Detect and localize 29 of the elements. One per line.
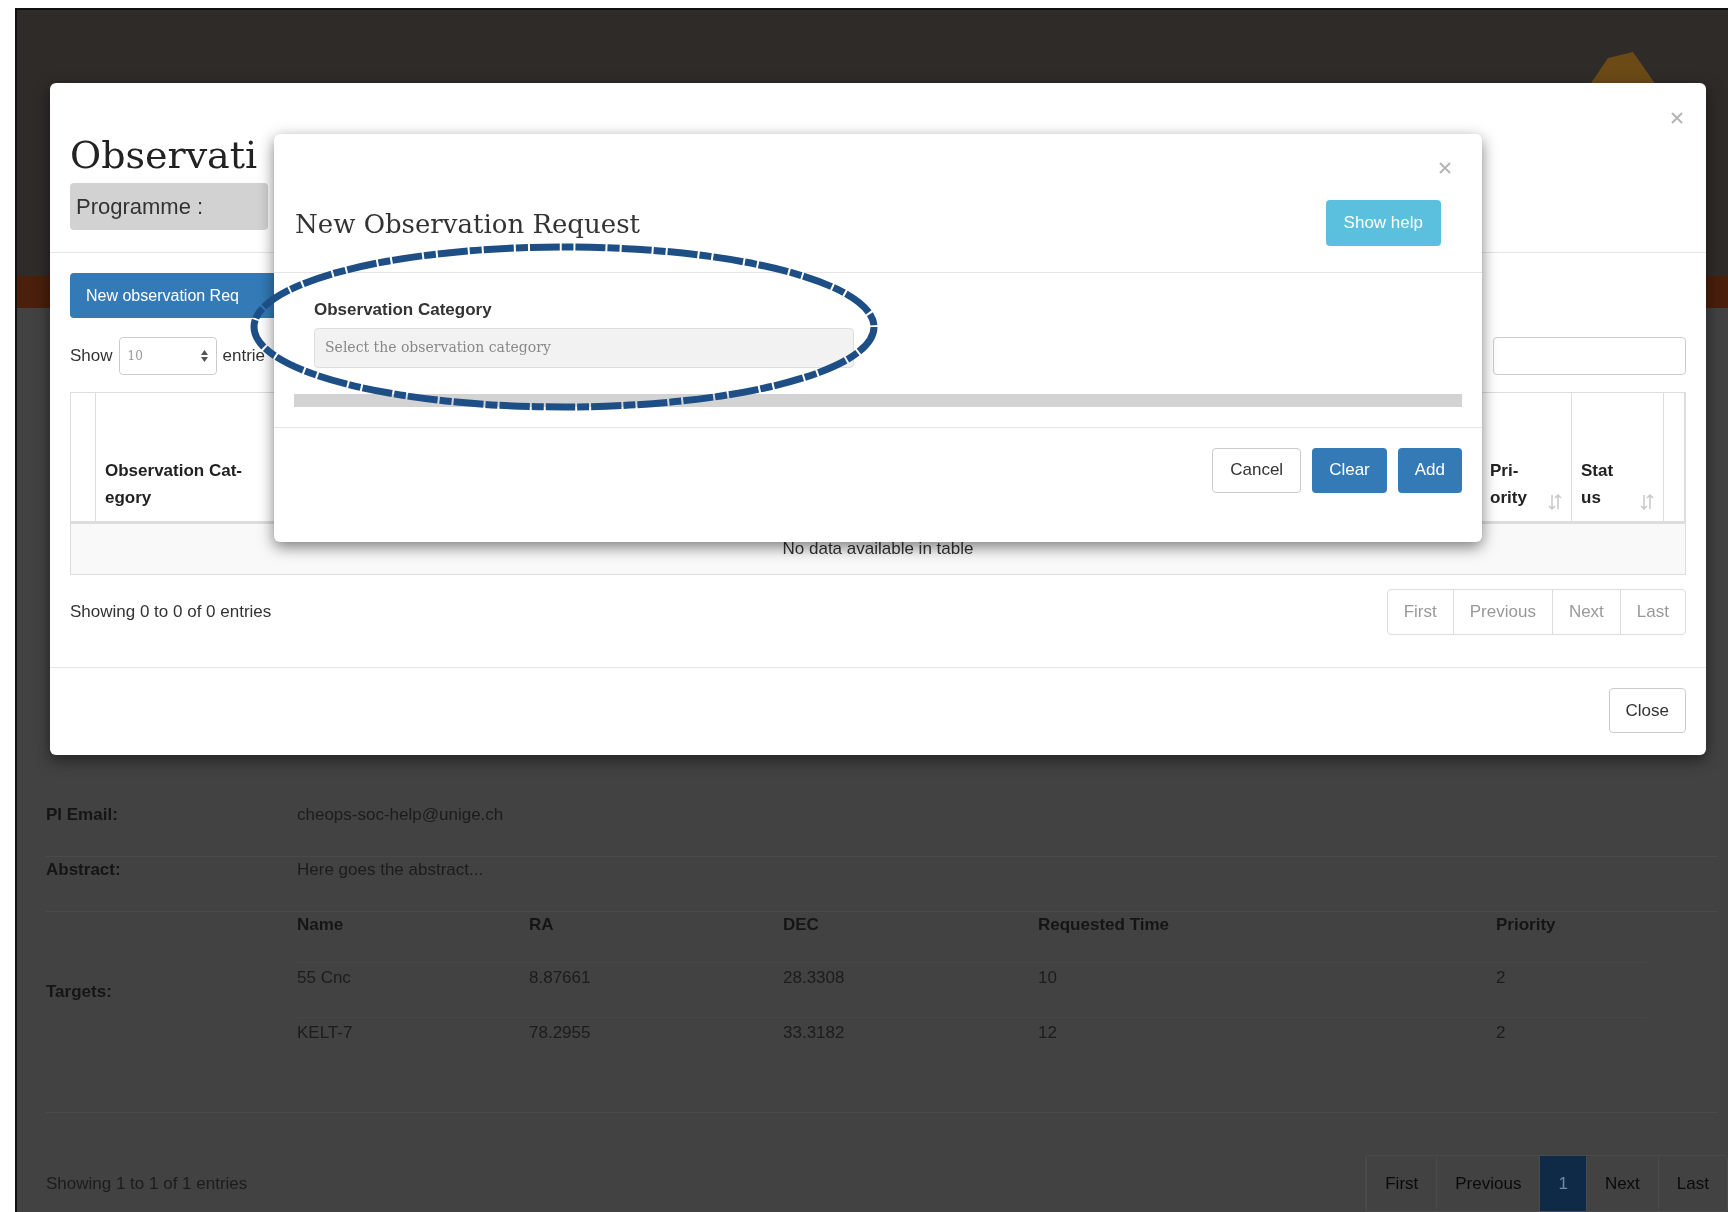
sort-icon[interactable] (1640, 493, 1654, 511)
modal-title: Observati (70, 133, 258, 177)
page-button[interactable]: Last (1657, 1156, 1727, 1211)
sort-icon[interactable] (1548, 493, 1562, 511)
programme-label: Programme : (70, 183, 268, 230)
page-button[interactable]: 1 (1539, 1156, 1586, 1211)
page-size-select[interactable]: 10 (118, 337, 217, 375)
show-help-button[interactable]: Show help (1325, 200, 1441, 246)
page-button[interactable]: First (1366, 1156, 1437, 1211)
page-button[interactable]: Next (1551, 590, 1620, 634)
close-icon[interactable] (1438, 161, 1452, 175)
updown-caret-icon (200, 350, 208, 362)
close-icon[interactable] (1670, 111, 1684, 125)
page-button[interactable]: Last (1619, 590, 1685, 634)
entries-info: Showing 0 to 0 of 0 entries (70, 601, 272, 624)
footer-button[interactable]: Add (1397, 447, 1462, 493)
field-label: Observation Category (314, 299, 493, 321)
footer-button[interactable]: Clear (1312, 447, 1387, 493)
show-label: Show (70, 345, 113, 368)
close-button[interactable]: Close (1608, 688, 1686, 733)
modal-title: New Observation Request (295, 208, 640, 241)
category-select[interactable]: Select the observation category (314, 327, 854, 368)
page-button[interactable]: Previous (1452, 590, 1552, 634)
entries-label: entrie (222, 345, 266, 368)
footer-button[interactable]: Cancel (1212, 447, 1302, 493)
search-field[interactable] (1493, 337, 1686, 375)
page-button[interactable]: Next (1585, 1156, 1658, 1211)
empty-message: No data available in table (782, 538, 974, 561)
page-button[interactable]: First (1387, 590, 1453, 634)
